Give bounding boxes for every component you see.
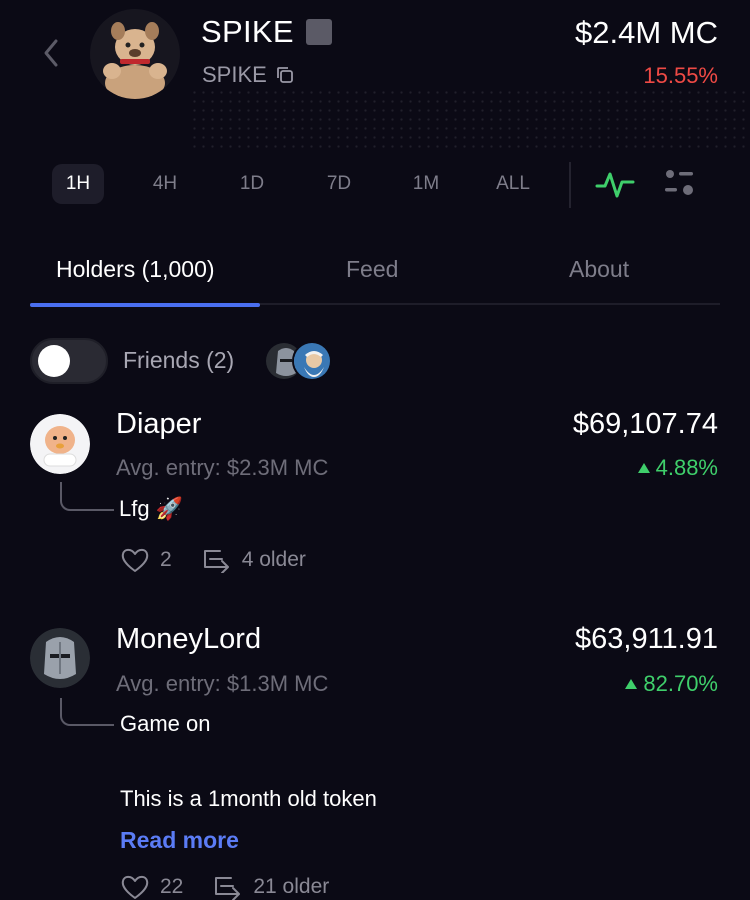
divider: [569, 162, 571, 208]
thread-reply-icon: [60, 698, 114, 726]
older-comments-button[interactable]: 21 older: [213, 874, 329, 900]
tab-about[interactable]: About: [569, 256, 629, 283]
chevron-left-icon: [44, 39, 58, 67]
older-count: 4 older: [241, 548, 306, 571]
up-arrow-icon: [625, 679, 638, 689]
like-count: 22: [160, 875, 184, 898]
market-cap-change: 15.55%: [643, 63, 718, 88]
holder-comment: Lfg 🚀: [119, 496, 184, 521]
thread-icon: [203, 550, 229, 573]
holder-actions: 22 21 older: [120, 873, 329, 900]
heart-icon: [121, 548, 149, 572]
tab-feed[interactable]: Feed: [346, 256, 398, 283]
toggle-knob: [38, 345, 70, 377]
older-comments-button[interactable]: 4 older: [202, 547, 306, 573]
token-name: SPIKE: [201, 14, 332, 50]
token-avatar[interactable]: [90, 9, 180, 99]
holder-change: 4.88%: [637, 455, 718, 481]
chart-settings-button[interactable]: [660, 164, 700, 204]
holder-change-text: 82.70%: [643, 671, 718, 696]
holder-entry: Avg. entry: $1.3M MC: [116, 671, 329, 696]
copy-icon[interactable]: [275, 65, 295, 85]
holder-value: $69,107.74: [572, 408, 718, 440]
timeframe-selector: 1H 4H 1D 7D 1M ALL: [52, 164, 574, 204]
holder-change-text: 4.88%: [655, 455, 718, 480]
up-arrow-icon: [637, 463, 650, 473]
timeframe-all[interactable]: ALL: [487, 164, 539, 204]
market-cap: $2.4M MC: [575, 15, 718, 50]
friends-label: Friends (2): [123, 347, 235, 373]
active-tab-indicator: [30, 303, 260, 307]
read-more-link[interactable]: Read more: [120, 827, 239, 854]
back-button[interactable]: [36, 36, 66, 70]
timeframe-7d[interactable]: 7D: [313, 164, 365, 204]
holder-change: 82.70%: [625, 671, 718, 697]
like-count: 2: [160, 548, 172, 571]
holder-name[interactable]: MoneyLord: [116, 623, 261, 656]
tab-holders[interactable]: Holders (1,000): [56, 256, 215, 283]
token-name-text: SPIKE: [201, 14, 294, 49]
sliders-icon: [665, 170, 693, 195]
token-ticker-text: SPIKE: [202, 62, 267, 87]
holder-value: $63,911.91: [575, 623, 718, 655]
token-ticker: SPIKE: [202, 62, 295, 88]
token-badge-icon: [305, 19, 332, 45]
thread-reply-icon: [60, 482, 114, 511]
timeframe-1d[interactable]: 1D: [226, 164, 278, 204]
thread-icon: [215, 877, 241, 900]
chart-type-button[interactable]: [594, 166, 636, 202]
like-button[interactable]: [120, 546, 150, 574]
holder-entry: Avg. entry: $2.3M MC: [116, 455, 329, 480]
holder-name[interactable]: Diaper: [116, 408, 201, 441]
holder-avatar[interactable]: [30, 628, 90, 688]
friends-toggle[interactable]: [30, 338, 108, 384]
holder-actions: 2 4 older: [120, 546, 306, 574]
older-count: 21 older: [253, 875, 330, 898]
price-chart[interactable]: [190, 88, 750, 148]
like-button[interactable]: [120, 873, 150, 900]
friend-avatar[interactable]: [292, 341, 332, 381]
heart-icon: [121, 875, 149, 899]
timeframe-1h[interactable]: 1H: [52, 164, 104, 204]
holder-comment-line1: Game on: [120, 711, 211, 736]
timeframe-1m[interactable]: 1M: [400, 164, 452, 204]
activity-pulse-icon: [595, 172, 635, 198]
holder-avatar[interactable]: [30, 414, 90, 474]
holder-comment-line2: This is a 1month old token: [120, 786, 377, 811]
timeframe-4h[interactable]: 4H: [139, 164, 191, 204]
